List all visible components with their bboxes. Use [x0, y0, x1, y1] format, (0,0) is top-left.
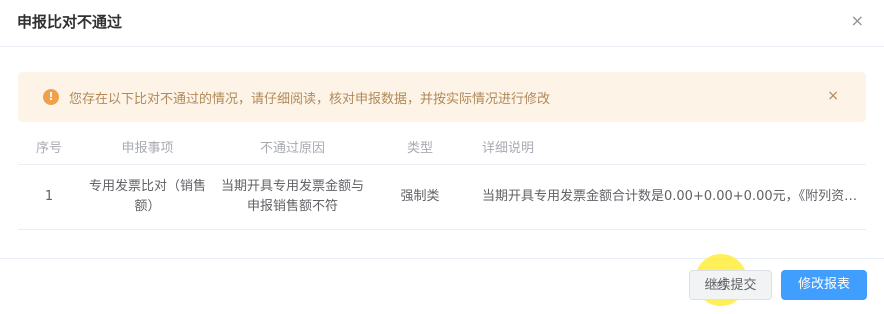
- dialog-header: 申报比对不通过 ×: [0, 0, 884, 47]
- cell-type: 强制类: [370, 164, 470, 230]
- dialog-title: 申报比对不通过: [17, 13, 123, 31]
- alert-close-icon[interactable]: ×: [827, 88, 839, 104]
- cell-item: 专用发票比对（销售额）: [80, 164, 215, 230]
- footer-divider: [0, 258, 884, 259]
- modify-report-button[interactable]: 修改报表: [781, 270, 867, 300]
- comparison-failed-dialog: 申报比对不通过 × ! 您存在以下比对不通过的情况，请仔细阅读，核对申报数据，并…: [0, 0, 884, 314]
- continue-submit-button[interactable]: 继续提交: [689, 270, 772, 300]
- alert-message: 您存在以下比对不通过的情况，请仔细阅读，核对申报数据，并按实际情况进行修改: [69, 92, 551, 107]
- cell-reason: 当期开具专用发票金额与申报销售额不符: [215, 164, 370, 230]
- cell-index: 1: [18, 164, 80, 230]
- col-header-type: 类型: [370, 128, 470, 165]
- warning-alert: ! 您存在以下比对不通过的情况，请仔细阅读，核对申报数据，并按实际情况进行修改 …: [18, 72, 866, 122]
- table-row: 1 专用发票比对（销售额） 当期开具专用发票金额与申报销售额不符 强制类 当期开…: [18, 164, 866, 230]
- comparison-table: 序号 申报事项 不通过原因 类型 详细说明 1 专用发票比对（销售额） 当期开具…: [18, 128, 866, 230]
- col-header-item: 申报事项: [80, 128, 215, 165]
- col-header-reason: 不通过原因: [215, 128, 370, 165]
- close-icon[interactable]: ×: [851, 13, 864, 29]
- table-header-row: 序号 申报事项 不通过原因 类型 详细说明: [18, 128, 866, 165]
- col-header-detail: 详细说明: [470, 128, 866, 165]
- warning-icon: !: [43, 89, 59, 105]
- cell-detail[interactable]: 当期开具专用发票金额合计数是0.00+0.00+0.00元，《附列资料（一）》: [470, 164, 866, 230]
- col-header-index: 序号: [18, 128, 80, 165]
